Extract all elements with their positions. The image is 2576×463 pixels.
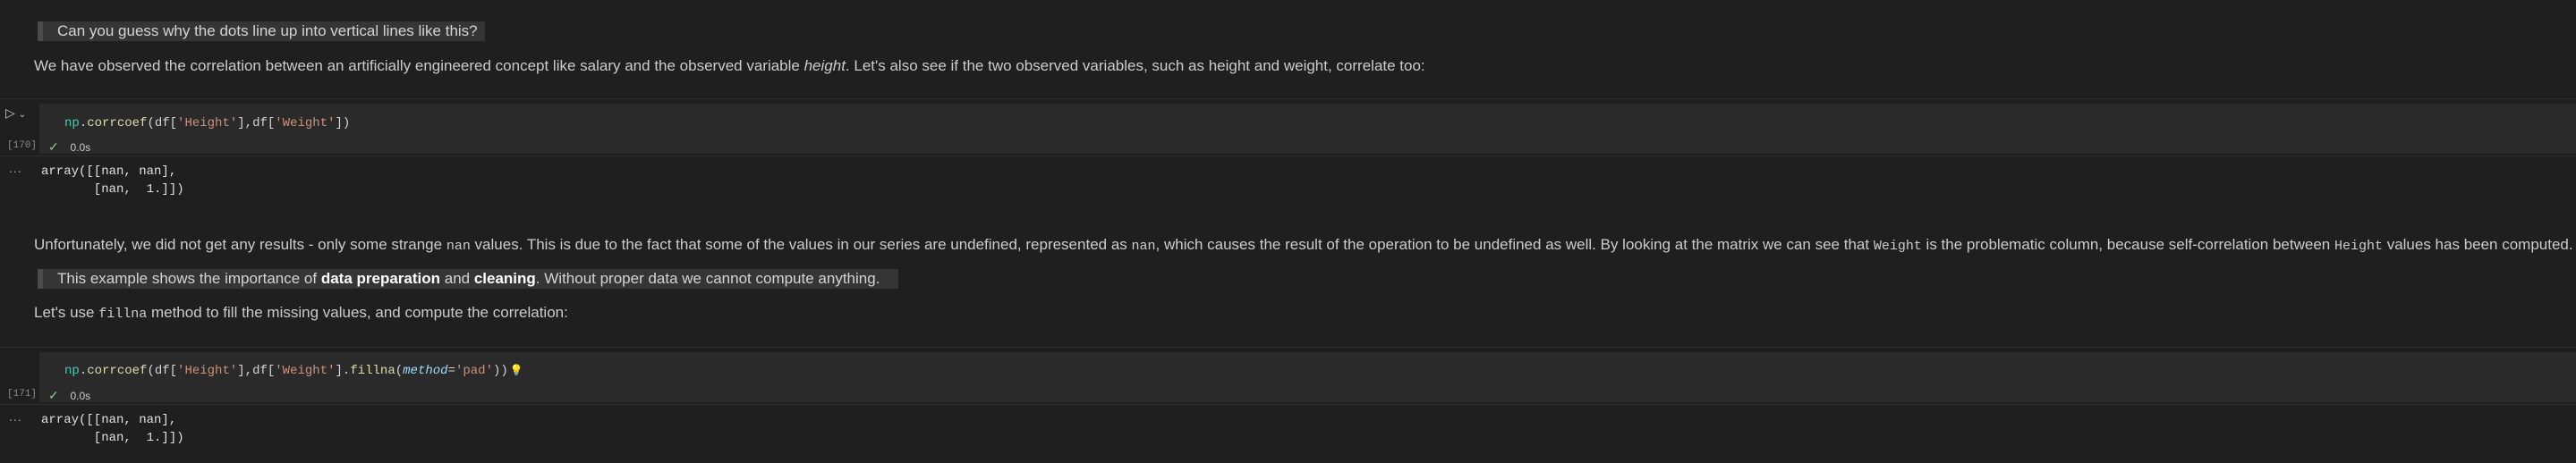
para1-text-end: . Let's also see if the two observed var… (845, 57, 1425, 74)
lightbulb-icon[interactable]: 💡 (510, 365, 523, 377)
code-token: fillna (350, 364, 395, 378)
callout2-bold: data preparation (320, 270, 441, 287)
code-line[interactable]: np.corrcoef(df['Height'],df['Weight']) (64, 116, 350, 130)
code-token: (df[ (147, 364, 178, 378)
inline-code: Height (2334, 239, 2383, 254)
output-menu-button[interactable]: ... (9, 409, 22, 424)
run-cell-button[interactable]: ▷ ⌄ (5, 105, 26, 121)
para2-text: , which causes the result of the operati… (1155, 236, 1874, 253)
code-token: np (64, 364, 80, 378)
callout-importance: This example shows the importance of dat… (38, 269, 898, 289)
code-token: . (79, 364, 88, 378)
cell-output: array([[nan, nan], [nan, 1.]]) (41, 164, 184, 197)
execution-count: [170] (7, 140, 38, 151)
output-menu-button[interactable]: ... (9, 161, 22, 175)
code-token: 'pad' (455, 364, 493, 378)
para2-text: Unfortunately, we did not get any result… (34, 236, 446, 253)
markdown-paragraph-3: Let's use fillna method to fill the miss… (34, 304, 568, 322)
para2-text: values has been computed. (2382, 236, 2573, 253)
check-icon: ✓ (48, 139, 59, 154)
inline-code: fillna (98, 307, 148, 322)
code-token: . (79, 116, 88, 130)
markdown-paragraph-1: We have observed the correlation between… (34, 57, 1425, 75)
callout-question: Can you guess why the dots line up into … (38, 21, 485, 41)
inline-code: nan (446, 239, 471, 254)
para2-text: is the problematic column, because self-… (1921, 236, 2334, 253)
cell-status: ✓ 0.0s (48, 138, 90, 156)
code-line[interactable]: np.corrcoef(df['Height'],df['Weight'].fi… (64, 364, 523, 378)
para3-text: method to fill the missing values, and c… (147, 304, 568, 321)
code-token: ],df[ (237, 364, 276, 378)
code-token: )) (492, 364, 508, 378)
code-token: 'Height' (177, 364, 238, 378)
markdown-paragraph-2: Unfortunately, we did not get any result… (34, 236, 2573, 254)
code-cell-170[interactable] (39, 104, 2576, 154)
code-token: ( (395, 364, 404, 378)
callout2-text: and (440, 270, 474, 287)
cell-output: array([[nan, nan], [nan, 1.]]) (41, 413, 184, 445)
code-token: np (64, 116, 80, 130)
callout2-text: This example shows the importance of (57, 270, 321, 287)
check-icon: ✓ (48, 388, 59, 402)
execution-count: [171] (7, 389, 38, 400)
code-token: method (403, 364, 448, 378)
code-token: ],df[ (237, 116, 276, 130)
chevron-down-icon[interactable]: ⌄ (19, 110, 26, 120)
code-token: 'Height' (177, 116, 238, 130)
inline-code: nan (1131, 239, 1156, 254)
execution-time: 0.0s (70, 390, 91, 402)
code-token: 'Weight' (275, 116, 336, 130)
cell-separator (0, 98, 2576, 99)
code-token: (df[ (147, 116, 178, 130)
callout-question-text: Can you guess why the dots line up into … (57, 22, 478, 39)
para1-em: height (803, 57, 846, 74)
code-token: = (447, 364, 455, 378)
cell-separator (0, 347, 2576, 348)
code-token: 'Weight' (275, 364, 336, 378)
code-token: corrcoef (87, 116, 148, 130)
callout2-text: . Without proper data we cannot compute … (535, 270, 880, 287)
execution-time: 0.0s (70, 141, 91, 154)
code-token: corrcoef (87, 364, 148, 378)
code-token: ]) (335, 116, 351, 130)
para1-text: We have observed the correlation between… (34, 57, 804, 74)
callout2-bold: cleaning (473, 270, 536, 287)
inline-code: Weight (1873, 239, 1922, 254)
para2-text: values. This is due to the fact that som… (470, 236, 1132, 253)
code-token: ]. (335, 364, 351, 378)
play-icon: ▷ (5, 105, 15, 120)
para3-text: Let's use (34, 304, 99, 321)
cell-status: ✓ 0.0s (48, 386, 90, 404)
output-separator (0, 404, 2576, 405)
